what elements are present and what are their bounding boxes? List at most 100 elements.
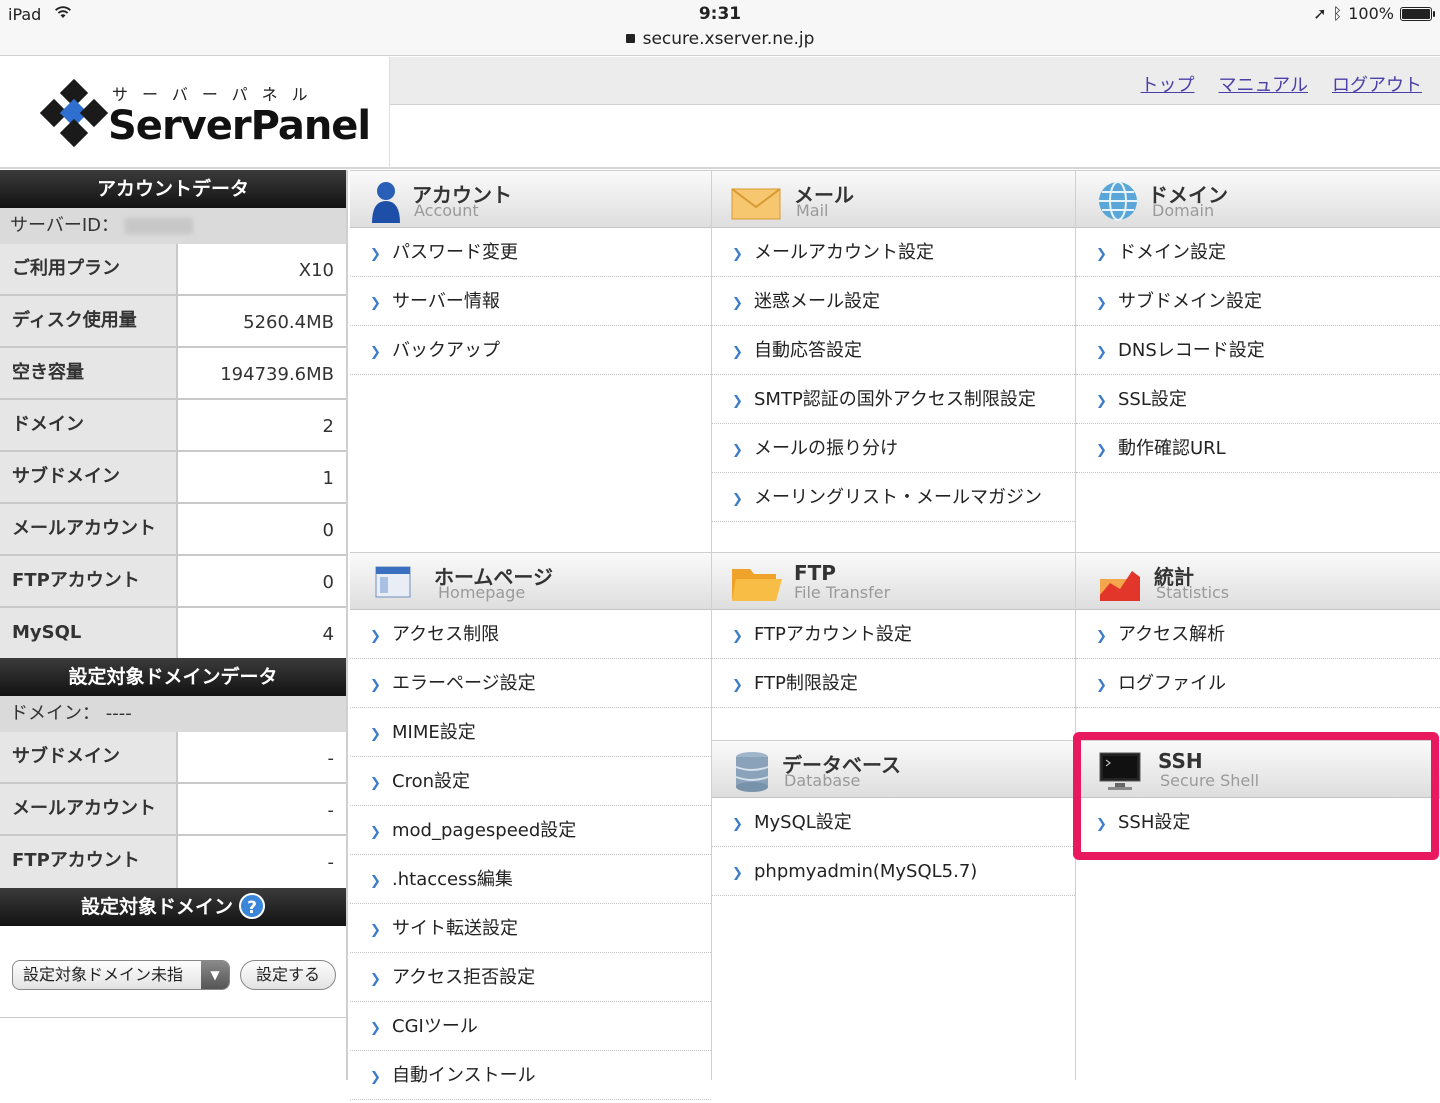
top-links: トップ マニュアル ログアウト xyxy=(1141,71,1422,97)
arrow-bullet-icon: ❯ xyxy=(732,866,743,881)
menu-item-label: アクセス制限 xyxy=(392,624,500,645)
row-value: - xyxy=(327,800,335,821)
section-subtitle: Statistics xyxy=(1156,583,1230,602)
menu-item-label: バックアップ xyxy=(392,340,500,361)
menu-item-label: FTPアカウント設定 xyxy=(754,624,912,645)
target-domain-value: ---- xyxy=(105,703,132,724)
help-icon[interactable]: ? xyxy=(239,893,265,919)
chevron-down-icon: ▼ xyxy=(201,961,229,989)
arrow-bullet-icon: ❯ xyxy=(732,817,743,832)
column-mail-ftp-database: メール Mail ❯ メールアカウント設定 ❯ 迷惑メール設定 ❯ 自動応答設定 ❯ S… xyxy=(712,170,1076,1080)
menu-item[interactable]: ❯ DNSレコード設定 xyxy=(1076,326,1440,375)
menu-item-label: サイト転送設定 xyxy=(392,918,518,939)
row-label: MySQL xyxy=(0,608,178,658)
menu-item-label: FTP制限設定 xyxy=(754,673,858,694)
menu-item[interactable]: ❯ バックアップ xyxy=(350,326,711,375)
row-value: 0 xyxy=(322,520,334,541)
ftp-menu: ❯ FTPアカウント設定 ❯ FTP制限設定 xyxy=(712,610,1075,708)
arrow-bullet-icon: ❯ xyxy=(370,825,381,840)
arrow-bullet-icon: ❯ xyxy=(370,247,381,262)
row-value: 5260.4MB xyxy=(243,312,334,333)
set-domain-button[interactable]: 設定する xyxy=(240,960,336,990)
menu-item[interactable]: ❯ phpmyadmin(MySQL5.7) xyxy=(712,847,1075,896)
arrow-bullet-icon: ❯ xyxy=(1096,345,1107,360)
ssh-highlight-box xyxy=(1073,732,1439,860)
domain-select-value: 設定対象ドメイン未指 xyxy=(23,965,184,984)
database-menu: ❯ MySQL設定 ❯ phpmyadmin(MySQL5.7) xyxy=(712,798,1075,896)
address-bar[interactable]: secure.xserver.ne.jp xyxy=(0,29,1440,49)
menu-item[interactable]: ❯ ログファイル xyxy=(1076,659,1440,708)
menu-item[interactable]: ❯ MIME設定 xyxy=(350,708,711,757)
menu-item[interactable]: ❯ .htaccess編集 xyxy=(350,855,711,904)
menu-item-label: エラーページ設定 xyxy=(392,673,536,694)
arrow-bullet-icon: ❯ xyxy=(370,972,381,987)
menu-item[interactable]: ❯ CGIツール xyxy=(350,1002,711,1051)
menu-item[interactable]: ❯ サーバー情報 xyxy=(350,277,711,326)
menu-item[interactable]: ❯ メールの振り分け xyxy=(712,424,1075,473)
menu-item[interactable]: ❯ パスワード変更 xyxy=(350,228,711,277)
menu-item[interactable]: ❯ SSL設定 xyxy=(1076,375,1440,424)
menu-item[interactable]: ❯ ドメイン設定 xyxy=(1076,228,1440,277)
account-data-heading: アカウントデータ xyxy=(0,170,346,208)
database-icon xyxy=(735,752,769,792)
row-label: サブドメイン xyxy=(0,732,178,782)
menu-item[interactable]: ❯ 自動応答設定 xyxy=(712,326,1075,375)
menu-item[interactable]: ❯ FTP制限設定 xyxy=(712,659,1075,708)
arrow-bullet-icon: ❯ xyxy=(1096,394,1107,409)
arrow-bullet-icon: ❯ xyxy=(370,629,381,644)
menu-item[interactable]: ❯ アクセス拒否設定 xyxy=(350,953,711,1002)
row-value: X10 xyxy=(298,260,334,281)
page-header: サーバーパネル ServerPanel トップ マニュアル ログアウト xyxy=(0,57,1440,169)
manual-link[interactable]: マニュアル xyxy=(1219,71,1308,97)
menu-item-label: 迷惑メール設定 xyxy=(754,291,880,312)
section-subtitle: Database xyxy=(784,771,861,790)
arrow-bullet-icon: ❯ xyxy=(732,296,743,311)
row-label: サブドメイン xyxy=(0,452,178,502)
mail-menu: ❯ メールアカウント設定 ❯ 迷惑メール設定 ❯ 自動応答設定 ❯ SMTP認証の国外ア… xyxy=(712,228,1075,522)
menu-item-label: ログファイル xyxy=(1118,673,1226,694)
menu-item[interactable]: ❯ 自動インストール xyxy=(350,1051,711,1100)
logout-link[interactable]: ログアウト xyxy=(1332,71,1422,97)
menu-item[interactable]: ❯ MySQL設定 xyxy=(712,798,1075,847)
menu-item[interactable]: ❯ SMTP認証の国外アクセス制限設定 xyxy=(712,375,1075,424)
target-domain-table: サブドメイン - メールアカウント - FTPアカウント - xyxy=(0,732,346,888)
menu-item[interactable]: ❯ メーリングリスト・メールマガジン xyxy=(712,473,1075,522)
arrow-bullet-icon: ❯ xyxy=(370,678,381,693)
top-link[interactable]: トップ xyxy=(1141,71,1195,97)
arrow-bullet-icon: ❯ xyxy=(370,345,381,360)
menu-item-label: DNSレコード設定 xyxy=(1118,340,1265,361)
section-stats-header: 統計 Statistics xyxy=(1076,552,1440,610)
menu-item[interactable]: ❯ エラーページ設定 xyxy=(350,659,711,708)
row-label: ご利用プラン xyxy=(0,244,178,294)
menu-item[interactable]: ❯ アクセス制限 xyxy=(350,610,711,659)
domain-select[interactable]: 設定対象ドメイン未指 ▼ xyxy=(12,960,230,990)
account-data-table: ご利用プラン X10 ディスク使用量 5260.4MB 空き容量 194739.6MB… xyxy=(0,244,346,658)
section-homepage-header: ホームページ Homepage xyxy=(350,552,711,610)
menu-item[interactable]: ❯ mod_pagespeed設定 xyxy=(350,806,711,855)
row-value: 194739.6MB xyxy=(220,364,334,385)
battery-percent: 100% xyxy=(1348,4,1394,23)
bluetooth-icon: ᛒ xyxy=(1332,4,1343,23)
section-title: FTP xyxy=(794,561,836,585)
menu-item[interactable]: ❯ メールアカウント設定 xyxy=(712,228,1075,277)
arrow-bullet-icon: ❯ xyxy=(732,247,743,262)
menu-item[interactable]: ❯ 迷惑メール設定 xyxy=(712,277,1075,326)
stats-menu: ❯ アクセス解析 ❯ ログファイル xyxy=(1076,610,1440,708)
arrow-bullet-icon: ❯ xyxy=(370,776,381,791)
table-row: ご利用プラン X10 xyxy=(0,244,346,296)
row-label: 空き容量 xyxy=(0,348,178,398)
row-value: - xyxy=(327,748,335,769)
menu-item[interactable]: ❯ アクセス解析 xyxy=(1076,610,1440,659)
serverpanel-logo-icon xyxy=(39,78,109,148)
menu-item-label: 自動応答設定 xyxy=(754,340,862,361)
column-account-homepage: アカウント Account ❯ パスワード変更 ❯ サーバー情報 ❯ バックアップ ホ… xyxy=(350,170,712,1100)
logo[interactable]: サーバーパネル ServerPanel xyxy=(0,57,390,169)
table-row: サブドメイン 1 xyxy=(0,452,346,504)
target-domain: ドメイン： ---- xyxy=(0,696,346,732)
menu-item[interactable]: ❯ サイト転送設定 xyxy=(350,904,711,953)
menu-item[interactable]: ❯ FTPアカウント設定 xyxy=(712,610,1075,659)
menu-item[interactable]: ❯ Cron設定 xyxy=(350,757,711,806)
menu-item[interactable]: ❯ 動作確認URL xyxy=(1076,424,1440,473)
menu-item-label: phpmyadmin(MySQL5.7) xyxy=(754,861,978,882)
menu-item[interactable]: ❯ サブドメイン設定 xyxy=(1076,277,1440,326)
